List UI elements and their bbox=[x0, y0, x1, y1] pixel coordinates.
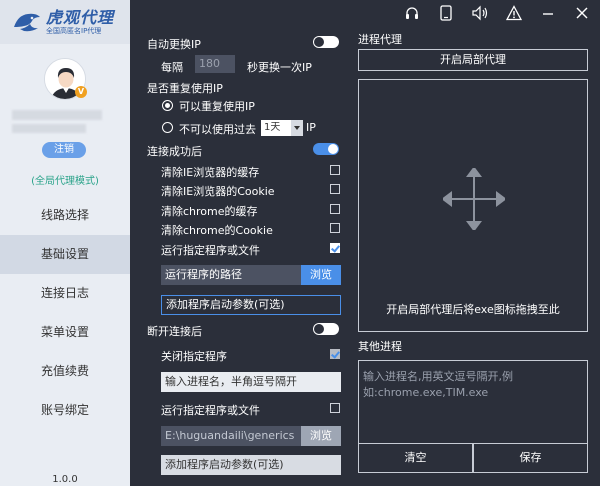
reuse-yes-radio[interactable] bbox=[162, 100, 173, 111]
other-processes-textarea[interactable]: 输入进程名,用英文逗号隔开,例 如:chrome.exe,TIM.exe bbox=[358, 360, 588, 444]
program-path-after-disconnect-input[interactable]: E:\huguandaili\generics bbox=[161, 426, 301, 446]
tiger-logo-icon bbox=[12, 11, 42, 33]
browse-button[interactable]: 浏览 bbox=[301, 265, 341, 285]
clear-ie-cache-label: 清除IE浏览器的缓存 bbox=[161, 166, 260, 179]
close-program-label: 关闭指定程序 bbox=[161, 350, 227, 363]
reuse-days-value: 1天 bbox=[264, 122, 281, 133]
save-button[interactable]: 保存 bbox=[473, 443, 588, 473]
clear-ie-cookie-label: 清除IE浏览器的Cookie bbox=[161, 185, 275, 198]
window-toolbar bbox=[395, 4, 599, 22]
clear-chrome-cookie-checkbox[interactable] bbox=[330, 223, 340, 233]
clear-chrome-cache-label: 清除chrome的缓存 bbox=[161, 205, 258, 218]
move-arrows-icon bbox=[441, 166, 507, 233]
enable-local-proxy-button[interactable]: 开启局部代理 bbox=[358, 49, 588, 71]
after-disconnect-toggle[interactable] bbox=[313, 323, 339, 335]
close-program-checkbox[interactable] bbox=[330, 349, 340, 359]
vip-badge: V bbox=[75, 86, 87, 98]
after-connect-label: 连接成功后 bbox=[147, 145, 202, 158]
logo-subtitle: 全国高匿名IP代理 bbox=[46, 26, 102, 35]
interval-prefix: 每隔 bbox=[161, 61, 183, 74]
app-logo: 虎观代理 全国高匿名IP代理 bbox=[0, 0, 130, 44]
drop-hint-text: 开启局部代理后将exe图标拖拽至此 bbox=[386, 303, 560, 316]
sidebar-item-route-select[interactable]: 线路选择 bbox=[0, 196, 130, 235]
launch-args-after-disconnect-input[interactable]: 添加程序启动参数(可选) bbox=[161, 455, 341, 475]
reuse-yes-label: 可以重复使用IP bbox=[179, 100, 255, 113]
logout-button[interactable]: 注销 bbox=[42, 142, 86, 158]
interval-seconds-input[interactable]: 180 bbox=[195, 55, 235, 73]
chevron-down-icon bbox=[291, 120, 303, 136]
sidebar: 虎观代理 全国高匿名IP代理 V 注销 (全局代理模式) 线路选择 基础设置 连… bbox=[0, 0, 130, 486]
run-program-checkbox[interactable] bbox=[330, 243, 340, 253]
headset-icon[interactable] bbox=[395, 4, 429, 22]
run-program-after-disconnect-checkbox[interactable] bbox=[330, 403, 340, 413]
launch-args-input[interactable]: 添加程序启动参数(可选) bbox=[161, 295, 341, 315]
blurred-account-info bbox=[12, 124, 86, 133]
after-disconnect-label: 断开连接后 bbox=[147, 325, 202, 338]
clear-ie-cache-checkbox[interactable] bbox=[330, 165, 340, 175]
clear-chrome-cookie-label: 清除chrome的Cookie bbox=[161, 224, 273, 237]
sidebar-item-connection-log[interactable]: 连接日志 bbox=[0, 274, 130, 313]
logo-title: 虎观代理 bbox=[46, 7, 115, 27]
sidebar-item-recharge[interactable]: 充值续费 bbox=[0, 352, 130, 391]
reuse-ip-label: 是否重复使用IP bbox=[147, 82, 223, 95]
other-processes-placeholder-line2: 如:chrome.exe,TIM.exe bbox=[363, 386, 489, 399]
sidebar-item-menu-settings[interactable]: 菜单设置 bbox=[0, 313, 130, 352]
clear-button[interactable]: 清空 bbox=[358, 443, 473, 473]
process-proxy-title: 进程代理 bbox=[358, 33, 402, 46]
clear-ie-cookie-checkbox[interactable] bbox=[330, 184, 340, 194]
minimize-icon[interactable] bbox=[531, 4, 565, 22]
auto-change-ip-toggle[interactable] bbox=[313, 36, 339, 48]
reuse-no-radio[interactable] bbox=[162, 122, 173, 133]
sidebar-item-account-binding[interactable]: 账号绑定 bbox=[0, 391, 130, 430]
auto-change-ip-label: 自动更换IP bbox=[147, 38, 201, 51]
reuse-days-select[interactable]: 1天 bbox=[261, 120, 303, 136]
run-program-after-disconnect-label: 运行指定程序或文件 bbox=[161, 404, 260, 417]
sidebar-nav: 线路选择 基础设置 连接日志 菜单设置 充值续费 账号绑定 bbox=[0, 196, 130, 430]
proxy-mode-label: (全局代理模式) bbox=[31, 176, 99, 187]
program-path-input[interactable]: 运行程序的路径 bbox=[161, 265, 301, 285]
close-icon[interactable] bbox=[565, 4, 599, 22]
exe-drop-zone[interactable]: 开启局部代理后将exe图标拖拽至此 bbox=[358, 79, 588, 332]
reuse-no-label: 不可以使用过去 bbox=[179, 123, 256, 136]
other-processes-placeholder-line1: 输入进程名,用英文逗号隔开,例 bbox=[363, 370, 513, 383]
browse-button-disabled[interactable]: 浏览 bbox=[301, 426, 341, 446]
clear-chrome-cache-checkbox[interactable] bbox=[330, 204, 340, 214]
sidebar-item-basic-settings[interactable]: 基础设置 bbox=[0, 235, 130, 274]
after-connect-toggle[interactable] bbox=[313, 143, 339, 155]
speaker-icon[interactable] bbox=[463, 4, 497, 22]
process-name-input[interactable]: 输入进程名，半角逗号隔开 bbox=[161, 372, 341, 392]
reuse-unit: IP bbox=[306, 121, 316, 134]
other-processes-title: 其他进程 bbox=[358, 340, 402, 353]
warning-icon[interactable] bbox=[497, 4, 531, 22]
tablet-icon[interactable] bbox=[429, 4, 463, 22]
interval-suffix: 秒更换一次IP bbox=[247, 61, 312, 74]
run-program-label: 运行指定程序或文件 bbox=[161, 244, 260, 257]
version-label: 1.0.0 bbox=[52, 474, 78, 485]
blurred-username bbox=[12, 110, 102, 120]
